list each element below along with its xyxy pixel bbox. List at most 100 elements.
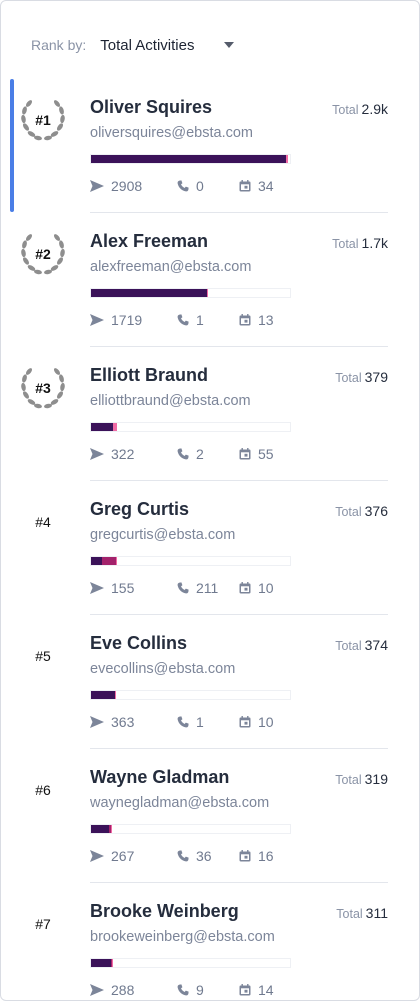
leaderboard-item[interactable]: #3 Elliott Braund elliottbraund@ebsta.co… bbox=[1, 347, 419, 481]
emails-stat: 1719 bbox=[90, 312, 177, 328]
total-value: 376 bbox=[364, 503, 388, 519]
meetings-stat: 55 bbox=[239, 446, 274, 462]
send-icon bbox=[90, 984, 104, 996]
send-icon bbox=[90, 448, 104, 460]
emails-stat: 267 bbox=[90, 848, 177, 864]
total-label: Total bbox=[335, 371, 362, 385]
user-name: Alex Freeman bbox=[90, 231, 209, 251]
total-label: Total bbox=[335, 505, 362, 519]
calls-count: 2 bbox=[196, 446, 204, 462]
total-activities: Total 311 bbox=[336, 905, 388, 921]
emails-stat: 155 bbox=[90, 580, 177, 596]
total-label: Total bbox=[332, 237, 359, 251]
phone-icon bbox=[177, 850, 189, 862]
emails-segment bbox=[91, 289, 207, 297]
calls-stat: 2 bbox=[177, 446, 239, 462]
calls-stat: 1 bbox=[177, 714, 239, 730]
rank-number: #7 bbox=[35, 916, 51, 932]
leaderboard-item[interactable]: #5 Eve Collins evecollins@ebsta.com Tota… bbox=[1, 615, 419, 749]
activity-bar bbox=[90, 556, 291, 566]
user-email: elliottbraund@ebsta.com bbox=[90, 393, 251, 409]
meetings-count: 10 bbox=[258, 580, 274, 596]
user-name: Brooke Weinberg bbox=[90, 901, 239, 921]
phone-icon bbox=[177, 448, 189, 460]
emails-segment bbox=[91, 959, 111, 967]
leaderboard-item[interactable]: #7 Brooke Weinberg brookeweinberg@ebsta.… bbox=[1, 883, 419, 1000]
total-activities: Total 374 bbox=[335, 637, 388, 653]
total-value: 374 bbox=[364, 637, 388, 653]
rank-number: #6 bbox=[35, 782, 51, 798]
rank-number: #1 bbox=[35, 112, 51, 128]
meetings-count: 13 bbox=[258, 312, 274, 328]
meetings-segment bbox=[207, 289, 208, 297]
user-name: Elliott Braund bbox=[90, 365, 208, 385]
rank-badge: #2 bbox=[18, 229, 68, 279]
calls-count: 211 bbox=[196, 580, 219, 596]
emails-count: 155 bbox=[111, 580, 135, 596]
user-name: Oliver Squires bbox=[90, 97, 213, 117]
emails-stat: 363 bbox=[90, 714, 177, 730]
user-email: brookeweinberg@ebsta.com bbox=[90, 929, 275, 945]
send-icon bbox=[90, 850, 104, 862]
leaderboard-item[interactable]: #4 Greg Curtis gregcurtis@ebsta.com Tota… bbox=[1, 481, 419, 615]
meetings-count: 14 bbox=[258, 982, 274, 998]
total-label: Total bbox=[332, 103, 359, 117]
user-name: Greg Curtis bbox=[90, 499, 190, 519]
calls-stat: 36 bbox=[177, 848, 239, 864]
phone-icon bbox=[177, 984, 189, 996]
chevron-down-icon bbox=[224, 42, 235, 48]
meetings-segment bbox=[115, 691, 116, 699]
rank-badge: #6 bbox=[18, 765, 68, 815]
leaderboard-item[interactable]: #6 Wayne Gladman waynegladman@ebsta.com … bbox=[1, 749, 419, 883]
user-email: gregcurtis@ebsta.com bbox=[90, 527, 236, 543]
user-email: oliversquires@ebsta.com bbox=[90, 125, 254, 141]
user-email: evecollins@ebsta.com bbox=[90, 661, 236, 677]
calls-count: 9 bbox=[196, 982, 204, 998]
rank-badge: #7 bbox=[18, 899, 68, 949]
send-icon bbox=[90, 582, 104, 594]
total-activities: Total 319 bbox=[335, 771, 388, 787]
user-email: alexfreeman@ebsta.com bbox=[90, 259, 252, 275]
meetings-segment bbox=[111, 825, 112, 833]
emails-segment bbox=[91, 557, 102, 565]
calls-count: 1 bbox=[196, 312, 204, 328]
activity-stats: 363 1 10 bbox=[90, 713, 274, 731]
leaderboard-item[interactable]: #2 Alex Freeman alexfreeman@ebsta.com To… bbox=[1, 213, 419, 347]
calendar-icon bbox=[239, 984, 251, 996]
total-label: Total bbox=[336, 907, 363, 921]
activity-stats: 1719 1 13 bbox=[90, 311, 274, 329]
meetings-segment bbox=[112, 959, 113, 967]
meetings-stat: 16 bbox=[239, 848, 274, 864]
emails-segment bbox=[91, 825, 109, 833]
rank-badge: #5 bbox=[18, 631, 68, 681]
send-icon bbox=[90, 716, 104, 728]
total-activities: Total 2.9k bbox=[332, 101, 388, 117]
calls-count: 1 bbox=[196, 714, 204, 730]
rank-badge: #3 bbox=[18, 363, 68, 413]
emails-segment bbox=[91, 155, 286, 163]
rank-by-dropdown[interactable]: Total Activities bbox=[100, 36, 235, 54]
phone-icon bbox=[177, 180, 189, 192]
leaderboard-item[interactable]: #1 Oliver Squires oliversquires@ebsta.co… bbox=[1, 79, 419, 213]
rank-number: #3 bbox=[35, 380, 51, 396]
activity-stats: 288 9 14 bbox=[90, 981, 274, 999]
rank-number: #4 bbox=[35, 514, 51, 530]
calls-stat: 1 bbox=[177, 312, 239, 328]
calendar-icon bbox=[239, 448, 251, 460]
meetings-stat: 13 bbox=[239, 312, 274, 328]
activity-stats: 2908 0 34 bbox=[90, 177, 274, 195]
user-name: Wayne Gladman bbox=[90, 767, 230, 787]
meetings-count: 16 bbox=[258, 848, 274, 864]
meetings-stat: 10 bbox=[239, 714, 274, 730]
activity-bar bbox=[90, 288, 291, 298]
total-value: 379 bbox=[364, 369, 388, 385]
activity-bar bbox=[90, 154, 291, 164]
activity-bar bbox=[90, 958, 291, 968]
emails-count: 363 bbox=[111, 714, 135, 730]
emails-segment bbox=[91, 691, 115, 699]
rank-by-value: Total Activities bbox=[100, 36, 195, 54]
total-label: Total bbox=[335, 773, 362, 787]
emails-stat: 288 bbox=[90, 982, 177, 998]
calendar-icon bbox=[239, 314, 251, 326]
rank-badge: #4 bbox=[18, 497, 68, 547]
